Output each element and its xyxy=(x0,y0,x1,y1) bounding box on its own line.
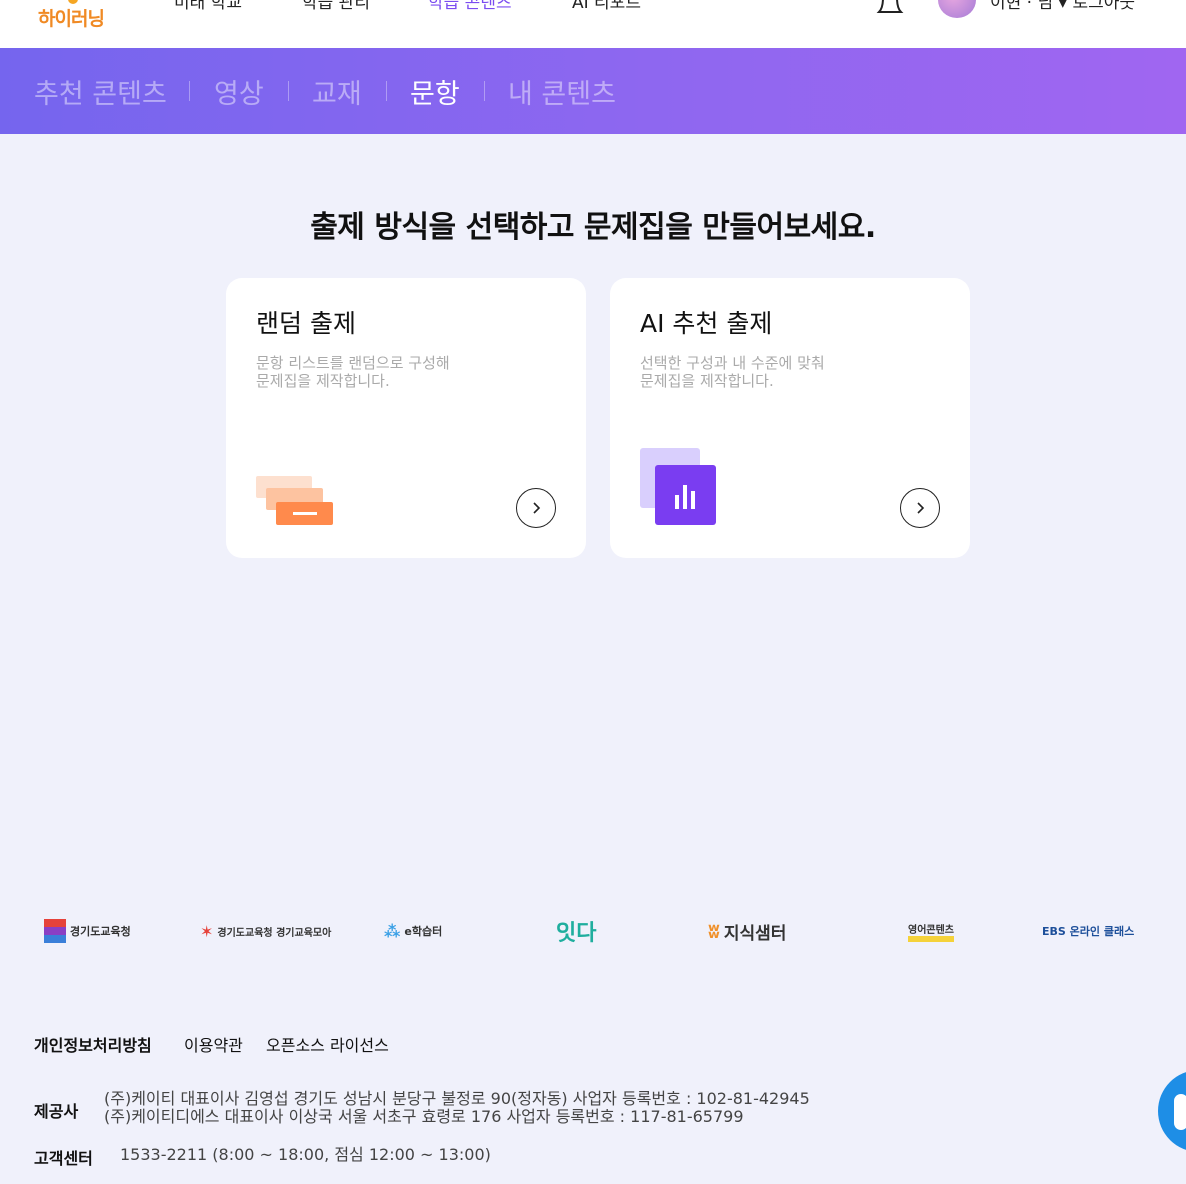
partner-logo-english-content[interactable]: 영어콘텐츠 xyxy=(908,916,954,946)
ai-recommend-card[interactable]: AI 추천 출제 선택한 구성과 내 수준에 맞춰 문제집을 제작합니다. xyxy=(610,278,970,558)
tab-divider xyxy=(386,81,387,101)
footer-opensource-link[interactable]: 오픈소스 라이선스 xyxy=(266,1032,389,1056)
card-description: 문항 리스트를 랜덤으로 구성해 문제집을 제작합니다. xyxy=(256,354,516,390)
jisik-mark-icon: ʬ xyxy=(708,919,720,943)
provider-label: 제공사 xyxy=(34,1102,79,1121)
random-question-card[interactable]: 랜덤 출제 문항 리스트를 랜덤으로 구성해 문제집을 제작합니다. xyxy=(226,278,586,558)
card-description: 선택한 구성과 내 수준에 맞춰 문제집을 제작합니다. xyxy=(640,354,900,390)
card-description-line: 문제집을 제작합니다. xyxy=(256,372,390,390)
tab-divider xyxy=(288,81,289,101)
logo-mark-icon xyxy=(68,0,78,4)
partner-logo-gyeonggi-moa[interactable]: ✶ 경기도교육청 경기교육모아 xyxy=(200,916,331,946)
tab-divider xyxy=(484,81,485,101)
footer-terms-link[interactable]: 이용약관 xyxy=(184,1032,243,1056)
tab-textbook[interactable]: 교재 xyxy=(312,72,362,111)
random-card-arrow-button[interactable] xyxy=(516,488,556,528)
gnb-ai-report[interactable]: AI 리포트 xyxy=(572,0,641,13)
top-header: 하이러닝 미래 학교 학습 관리 학습 콘텐츠 AI 리포트 이현 · 님 ▾ … xyxy=(0,0,1186,48)
provider-line: (주)케이티디에스 대표이사 이상국 서울 서초구 효령로 176 사업자 등록… xyxy=(104,1107,744,1126)
tab-questions[interactable]: 문항 xyxy=(410,72,460,111)
tab-divider xyxy=(189,81,190,101)
partner-name: 잇다 xyxy=(556,921,597,946)
card-title: 랜덤 출제 xyxy=(256,309,356,338)
site-logo[interactable]: 하이러닝 xyxy=(38,0,105,31)
gnb-future-school[interactable]: 미래 학교 xyxy=(174,0,242,13)
partner-name: EBS 온라인 클래스 xyxy=(1042,925,1135,938)
user-menu[interactable]: 이현 · 님 ▾ 로그아웃 xyxy=(990,0,1135,13)
card-title: AI 추천 출제 xyxy=(640,309,773,338)
provider-line: (주)케이티 대표이사 김영섭 경기도 성남시 분당구 불정로 90(정자동) … xyxy=(104,1089,810,1108)
chevron-right-icon xyxy=(917,502,925,514)
partner-logo-jisik-center[interactable]: ʬ 지식샘터 xyxy=(708,916,786,946)
avatar[interactable] xyxy=(938,0,976,18)
chatbot-floating-button[interactable] xyxy=(1158,1070,1186,1152)
e-learning-mark-icon: ⁂ xyxy=(384,921,401,941)
tab-my-content[interactable]: 내 콘텐츠 xyxy=(508,72,616,111)
gnb-learning-content[interactable]: 학습 콘텐츠 xyxy=(428,0,512,13)
partner-logo-ebs[interactable]: EBS 온라인 클래스 xyxy=(1042,916,1134,946)
bar-chart-icon xyxy=(640,448,720,528)
gyeonggi-emblem-icon xyxy=(44,919,66,943)
partner-name: 경기도교육청 경기교육모아 xyxy=(217,927,332,939)
card-description-line: 문제집을 제작합니다. xyxy=(640,372,774,390)
partner-name: 경기도교육청 xyxy=(70,925,131,938)
logo-text: 하이러닝 xyxy=(38,8,105,30)
tab-recommended[interactable]: 추천 콘텐츠 xyxy=(34,72,167,111)
gnb-learning-management[interactable]: 학습 관리 xyxy=(302,0,370,13)
partner-logo-gyeonggi-office[interactable]: 경기도교육청 xyxy=(44,916,131,946)
chatbot-icon xyxy=(1174,1094,1186,1130)
partner-name: 영어콘텐츠 xyxy=(908,921,954,942)
bell-icon[interactable] xyxy=(874,0,906,16)
star-person-icon: ✶ xyxy=(200,921,214,941)
partner-logo-itda[interactable]: 잇다 xyxy=(556,916,596,946)
cs-info: 1533-2211 (8:00 ~ 18:00, 점심 12:00 ~ 13:0… xyxy=(120,1145,491,1164)
ai-card-arrow-button[interactable] xyxy=(900,488,940,528)
partner-name: e학습터 xyxy=(404,925,443,938)
card-description-line: 문항 리스트를 랜덤으로 구성해 xyxy=(256,354,450,372)
card-description-line: 선택한 구성과 내 수준에 맞춰 xyxy=(640,354,825,372)
content-sub-nav: 추천 콘텐츠 영상 교재 문항 내 콘텐츠 xyxy=(0,48,1186,134)
tab-video[interactable]: 영상 xyxy=(214,72,264,111)
stacked-cards-icon xyxy=(256,476,336,528)
partner-name: 지식샘터 xyxy=(723,923,787,944)
provider-info: (주)케이티 대표이사 김영섭 경기도 성남시 분당구 불정로 90(정자동) … xyxy=(104,1090,810,1126)
chevron-right-icon xyxy=(533,502,541,514)
page-title: 출제 방식을 선택하고 문제집을 만들어보세요. xyxy=(310,210,876,245)
partner-logo-e-learning[interactable]: ⁂ e학습터 xyxy=(384,916,442,946)
cs-label: 고객센터 xyxy=(34,1149,93,1168)
footer-privacy-link[interactable]: 개인정보처리방침 xyxy=(34,1032,152,1056)
